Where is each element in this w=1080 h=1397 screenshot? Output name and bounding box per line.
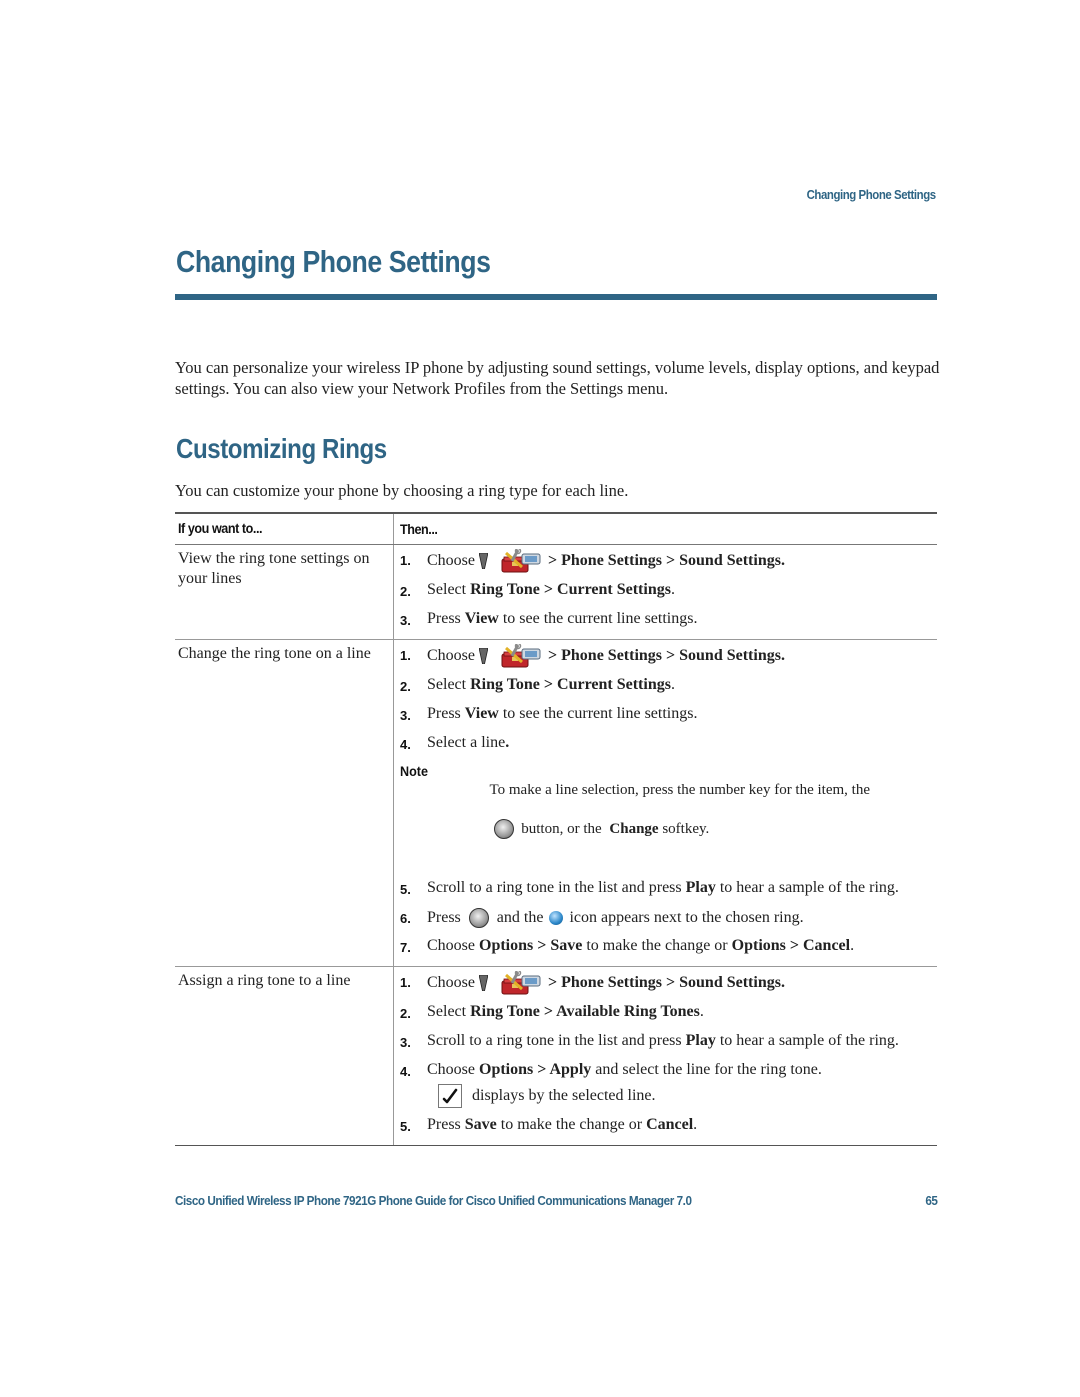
step: 3. Scroll to a ring tone in the list and…: [400, 1032, 899, 1050]
step: 7. Choose Options > Save to make the cha…: [400, 937, 855, 955]
blue-dot-icon: [549, 911, 564, 925]
section-title: Customizing Rings: [176, 433, 387, 464]
toolbox-settings-icon: [500, 971, 542, 995]
section-intro: You can customize your phone by choosing…: [175, 481, 629, 500]
task-cell: Change the ring tone on a line: [178, 645, 371, 662]
step: 4. Select a line.: [400, 734, 510, 752]
page-title: Changing Phone Settings: [176, 244, 491, 279]
step: 5. Scroll to a ring tone in the list and…: [400, 879, 899, 897]
header-if-you-want-to: If you want to...: [178, 520, 263, 536]
task-cell: View the ring tone settings on your line…: [178, 550, 370, 587]
checkmark-icon: [438, 1084, 462, 1108]
steps-cell: 1. Choose > Phone Settings > Sound Setti…: [393, 967, 937, 1145]
step: 1. Choose > Phone Settings > Sound Setti…: [400, 644, 937, 668]
step: 3. Press View to see the current line se…: [400, 705, 698, 723]
step: 2. Select Ring Tone > Current Settings.: [400, 676, 675, 694]
select-button-icon: [468, 908, 489, 928]
header-then: Then...: [400, 521, 438, 537]
step: 2. Select Ring Tone > Current Settings.: [400, 581, 675, 599]
step: 4. Choose Options > Apply and select the…: [400, 1061, 822, 1079]
table-row: View the ring tone settings on your line…: [175, 545, 937, 640]
page-number: 65: [924, 1193, 938, 1208]
select-button-icon: [493, 819, 514, 839]
step: 1. Choose > Phone Settings > Sound Setti…: [400, 971, 937, 995]
navigation-down-arrow-icon: [479, 553, 488, 569]
toolbox-settings-icon: [500, 549, 542, 573]
page-footer: Cisco Unified Wireless IP Phone 7921G Ph…: [175, 1193, 937, 1208]
toolbox-settings-icon: [500, 644, 542, 668]
note: Note To make a line selection, press the…: [400, 762, 937, 864]
table-row: Change the ring tone on a line 1. Choose…: [175, 640, 937, 967]
step-sub-note: displays by the selected line.: [400, 1084, 937, 1108]
intro-paragraph: You can personalize your wireless IP pho…: [175, 358, 940, 398]
table-header: If you want to... Then...: [175, 514, 937, 545]
step: 3. Press View to see the current line se…: [400, 610, 698, 628]
step: 5. Press Save to make the change or Canc…: [400, 1116, 698, 1134]
title-rule: [175, 294, 937, 300]
ring-tasks-table: If you want to... Then... View the ring …: [175, 512, 937, 1146]
steps-cell: 1. Choose > Phone Settings > Sound Setti…: [393, 545, 937, 639]
navigation-down-arrow-icon: [479, 648, 488, 664]
running-header: Changing Phone Settings: [806, 187, 937, 202]
navigation-down-arrow-icon: [479, 975, 488, 991]
task-cell: Assign a ring tone to a line: [178, 972, 351, 989]
steps-cell: 1. Choose > Phone Settings > Sound Setti…: [393, 640, 937, 966]
table-row: Assign a ring tone to a line 1. Choose >…: [175, 967, 937, 1145]
step: 6. Press and the icon appears next to th…: [400, 908, 804, 928]
note-label: Note: [400, 763, 429, 779]
footer-title: Cisco Unified Wireless IP Phone 7921G Ph…: [175, 1193, 692, 1208]
step: 2. Select Ring Tone > Available Ring Ton…: [400, 1003, 704, 1021]
step: 1. Choose > Phone Settings > Sound Setti…: [400, 549, 937, 573]
